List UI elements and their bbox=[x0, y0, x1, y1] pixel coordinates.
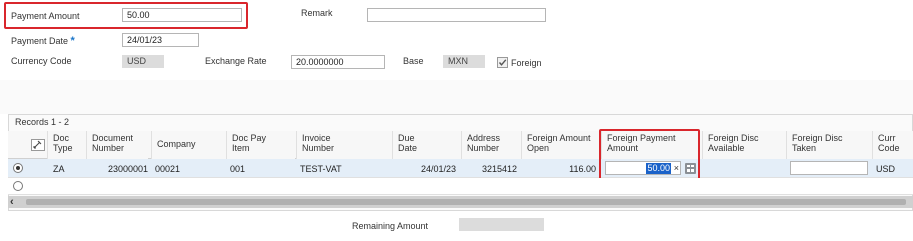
col-foreign-amount-open[interactable]: Foreign Amount Open bbox=[521, 131, 601, 159]
payment-date-label: Payment Date * bbox=[11, 35, 75, 47]
row-select-header-icon[interactable] bbox=[31, 139, 45, 151]
col-doc-type[interactable]: Doc Type bbox=[47, 131, 86, 159]
remark-label: Remark bbox=[301, 8, 333, 18]
col-doc-pay-item[interactable]: Doc Pay Item bbox=[226, 131, 295, 159]
payment-amount-input[interactable]: 50.00 bbox=[122, 8, 242, 22]
col-document-number[interactable]: Document Number bbox=[86, 131, 148, 159]
currency-code-label: Currency Code bbox=[11, 56, 72, 66]
remark-input[interactable] bbox=[367, 8, 546, 22]
cell-due-date: 24/01/23 bbox=[420, 164, 456, 174]
scrollbar-thumb[interactable] bbox=[26, 199, 906, 205]
cell-company: 00021 bbox=[155, 164, 181, 174]
checkmark-icon bbox=[498, 59, 507, 66]
cell-curr-code: USD bbox=[876, 164, 896, 174]
col-address-number[interactable]: Address Number bbox=[461, 131, 521, 159]
row-select-radio[interactable] bbox=[13, 181, 23, 191]
cell-foreign-amount-open: 116.00 bbox=[569, 164, 596, 174]
remaining-amount-value bbox=[459, 218, 544, 231]
cell-doc-pay-item: 001 bbox=[230, 164, 246, 174]
col-invoice-number[interactable]: Invoice Number bbox=[296, 131, 392, 159]
required-asterisk-icon: * bbox=[70, 35, 75, 47]
payment-date-input[interactable]: 24/01/23 bbox=[122, 33, 199, 47]
currency-code-value: USD bbox=[122, 55, 164, 68]
col-due-date[interactable]: Due Date bbox=[392, 131, 461, 159]
section-divider bbox=[0, 80, 913, 114]
cell-doc-type: ZA bbox=[53, 164, 65, 174]
foreign-label: Foreign bbox=[511, 58, 542, 68]
col-curr-code[interactable]: Curr Code bbox=[872, 131, 913, 159]
foreign-payment-amount-highlight bbox=[599, 129, 700, 183]
col-foreign-disc-available[interactable]: Foreign Disc Available bbox=[702, 131, 786, 159]
table-row[interactable] bbox=[8, 178, 913, 195]
records-count: Records 1 - 2 bbox=[15, 117, 70, 127]
foreign-disc-taken-input[interactable] bbox=[790, 161, 868, 175]
cell-address-number: 3215412 bbox=[481, 164, 517, 174]
cell-invoice-number: TEST-VAT bbox=[300, 164, 342, 174]
base-currency-value: MXN bbox=[443, 55, 485, 68]
col-company[interactable]: Company bbox=[151, 131, 226, 159]
payment-amount-label: Payment Amount bbox=[11, 11, 80, 21]
payment-date-label-text: Payment Date bbox=[11, 36, 69, 46]
cell-document-number: 23000001 bbox=[107, 164, 148, 174]
row-select-radio[interactable] bbox=[13, 163, 23, 173]
edit-grid-icon bbox=[33, 140, 42, 149]
col-foreign-disc-taken[interactable]: Foreign Disc Taken bbox=[786, 131, 872, 159]
exchange-rate-input[interactable]: 20.0000000 bbox=[291, 55, 385, 69]
base-label: Base bbox=[403, 56, 424, 66]
remaining-amount-label: Remaining Amount bbox=[352, 221, 429, 231]
exchange-rate-label: Exchange Rate bbox=[205, 56, 267, 66]
foreign-checkbox[interactable] bbox=[497, 57, 508, 68]
chevron-left-icon[interactable]: ‹ bbox=[10, 197, 22, 208]
